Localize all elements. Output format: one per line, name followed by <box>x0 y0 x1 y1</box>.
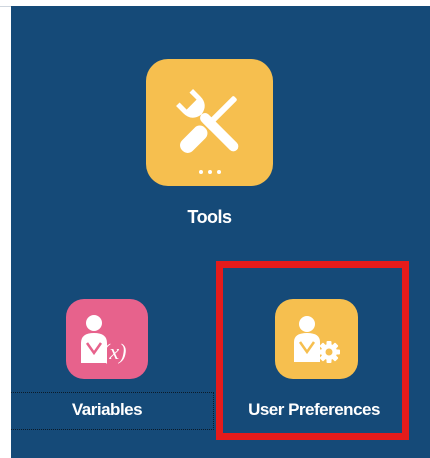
variables-tile[interactable]: (x) <box>66 299 148 379</box>
svg-text:(x): (x) <box>102 339 126 364</box>
tools-tile[interactable] <box>146 59 273 186</box>
variables-label[interactable]: Variables <box>50 400 164 420</box>
wrench-screwdriver-icon <box>168 81 252 165</box>
highlight-box <box>216 261 409 440</box>
more-dots-icon <box>198 170 221 174</box>
tools-label[interactable]: Tools <box>146 207 273 228</box>
user-variable-icon: (x) <box>78 313 136 365</box>
